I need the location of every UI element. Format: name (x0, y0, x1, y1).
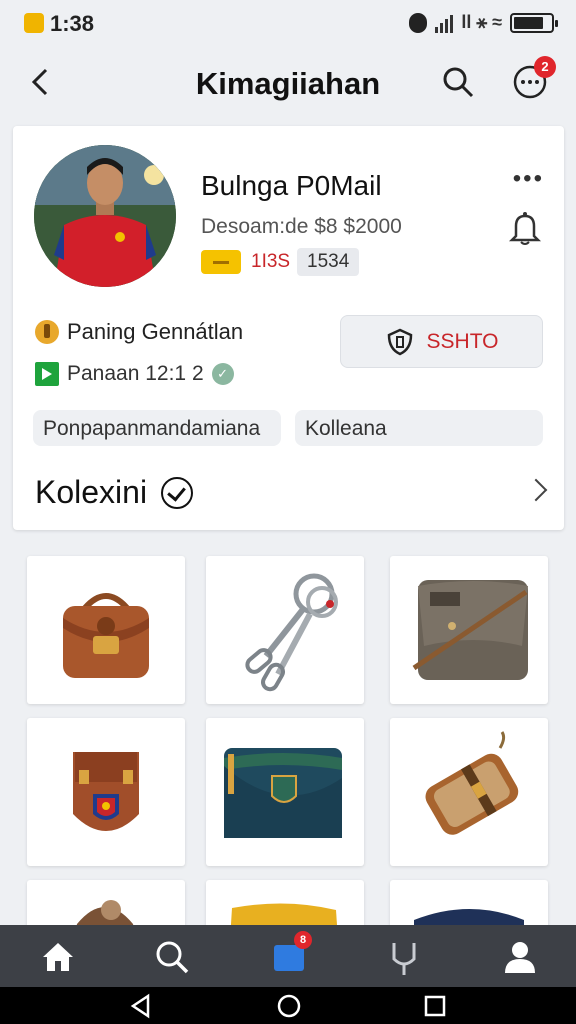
stat-red: 1I3S (251, 251, 291, 272)
profile-action-button[interactable]: SSHTO (340, 315, 543, 368)
system-navigation-bar (0, 987, 576, 1024)
shield-status-icon (409, 12, 428, 33)
activity-icon (392, 943, 416, 975)
app-notification-icon (24, 13, 44, 33)
profile-icon (505, 942, 535, 973)
collection-item-navy-wallet[interactable] (206, 718, 364, 866)
notification-badge: 2 (534, 56, 556, 78)
info-line-2: Panaan 12:1 2 (67, 362, 204, 385)
profile-card: Bulnga P0Mail ••• Desoam:de $8 $2000 1I3… (13, 126, 564, 530)
keychain-image (245, 573, 338, 692)
tan-bag-image (425, 731, 519, 835)
stat-gray: 1534 (297, 248, 360, 276)
page-title: Kimagiiahan (195, 66, 381, 101)
bell-icon (508, 212, 542, 245)
collection-item-brown-satchel[interactable] (27, 556, 185, 704)
verified-icon: ✓ (211, 363, 234, 385)
search-icon (443, 67, 474, 98)
profile-name: Bulnga P0Mail (201, 170, 382, 201)
action-label: SSHTO (426, 329, 499, 353)
collection-item-grey-messenger[interactable] (390, 556, 548, 704)
network-icon: ll ⚹ ≈ (461, 12, 502, 32)
nav-home[interactable] (38, 937, 78, 977)
collection-item-tan-strap-bag[interactable] (390, 718, 548, 866)
tag-chip[interactable]: Kolleana (295, 410, 543, 446)
nav-messages[interactable]: 8 (270, 931, 312, 977)
tag-chip[interactable]: Ponpapanmandamiana (33, 410, 281, 446)
shield-badge-icon (387, 328, 412, 355)
bottom-navigation: 8 (0, 925, 576, 987)
nav-search[interactable] (152, 937, 192, 977)
more-options-button[interactable]: 2 (512, 56, 556, 100)
satchel-image (63, 593, 149, 678)
collection-item-crest-pouch[interactable] (27, 718, 185, 866)
status-time: 1:38 (50, 11, 95, 36)
follow-bell-button[interactable] (508, 210, 542, 246)
system-home-button[interactable] (276, 993, 302, 1019)
level-chip (201, 250, 241, 274)
coin-icon (35, 320, 59, 344)
card-menu-button[interactable]: ••• (513, 167, 544, 191)
collection-title: Kolexini (35, 474, 148, 510)
home-icon (43, 943, 73, 971)
triangle-back-icon (130, 993, 150, 1019)
status-bar: 1:38 ll ⚹ ≈ (0, 0, 576, 46)
messages-badge: 8 (294, 931, 312, 949)
avatar-image (34, 145, 176, 287)
search-icon (156, 941, 189, 974)
search-button[interactable] (440, 64, 476, 100)
battery-icon (510, 12, 558, 33)
avatar[interactable] (34, 145, 176, 287)
system-back-button[interactable] (128, 993, 154, 1019)
square-recents-icon (424, 995, 446, 1017)
chevron-right-icon[interactable] (524, 478, 548, 502)
circle-home-icon (277, 994, 301, 1018)
nav-activity[interactable] (384, 937, 424, 977)
crest-pouch-image (73, 752, 139, 831)
play-flag-icon (35, 362, 59, 386)
signal-icon (435, 13, 454, 33)
info-row-2: Panaan 12:1 2 ✓ (35, 362, 234, 386)
info-row-1: Paning Gennátlan (35, 319, 243, 345)
collection-item-keychain[interactable] (206, 556, 364, 704)
system-recents-button[interactable] (422, 993, 448, 1019)
profile-subtitle: Desoam:de $8 $2000 (201, 215, 402, 238)
verified-check-icon (161, 476, 194, 509)
messenger-bag-image (412, 580, 528, 680)
info-line-1: Paning Gennátlan (67, 319, 244, 344)
nav-profile[interactable] (500, 937, 540, 977)
status-icons: ll ⚹ ≈ (409, 12, 558, 33)
app-header: Kimagiiahan 2 (0, 46, 576, 122)
collection-header[interactable]: Kolexini (35, 474, 194, 511)
navy-wallet-image (224, 748, 342, 838)
